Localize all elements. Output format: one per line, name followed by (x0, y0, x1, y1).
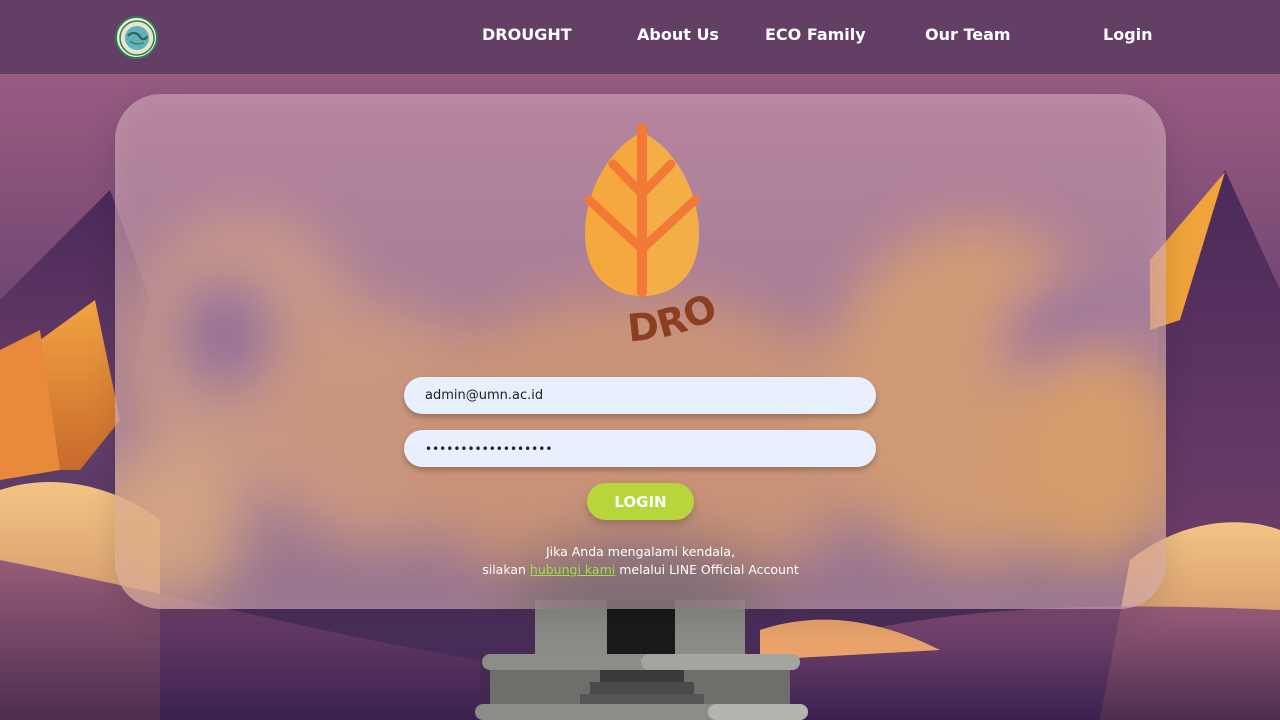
email-value: admin@umn.ac.id (425, 388, 544, 403)
nav-our-team[interactable]: Our Team (925, 25, 1011, 44)
help-prefix: silakan (482, 562, 530, 577)
nav-eco-family[interactable]: ECO Family (765, 25, 866, 44)
nav-drought[interactable]: DROUGHT (482, 25, 572, 44)
top-navbar: DROUGHT About Us ECO Family Our Team Log… (0, 0, 1280, 74)
nav-login[interactable]: Login (1103, 25, 1153, 44)
nav-about-us[interactable]: About Us (637, 25, 719, 44)
password-field[interactable]: •••••••••••••••••• (404, 430, 876, 467)
help-line-1: Jika Anda mengalami kendala, (545, 544, 736, 559)
password-value: •••••••••••••••••• (425, 441, 553, 456)
contact-us-link[interactable]: hubungi kami (530, 562, 615, 577)
drought-brand-logo: DROUGHT (547, 124, 724, 351)
email-field[interactable]: admin@umn.ac.id (404, 377, 876, 414)
login-button[interactable]: LOGIN (587, 483, 694, 520)
leaf-icon (584, 124, 700, 297)
login-card: DROUGHT admin@umn.ac.id ••••••••••••••••… (115, 94, 1166, 609)
help-suffix: melalui LINE Official Account (615, 562, 799, 577)
help-line-2: silakan hubungi kami melalui LINE Offici… (115, 561, 1166, 579)
globe-logo-icon (118, 19, 155, 56)
site-logo[interactable] (115, 16, 158, 59)
